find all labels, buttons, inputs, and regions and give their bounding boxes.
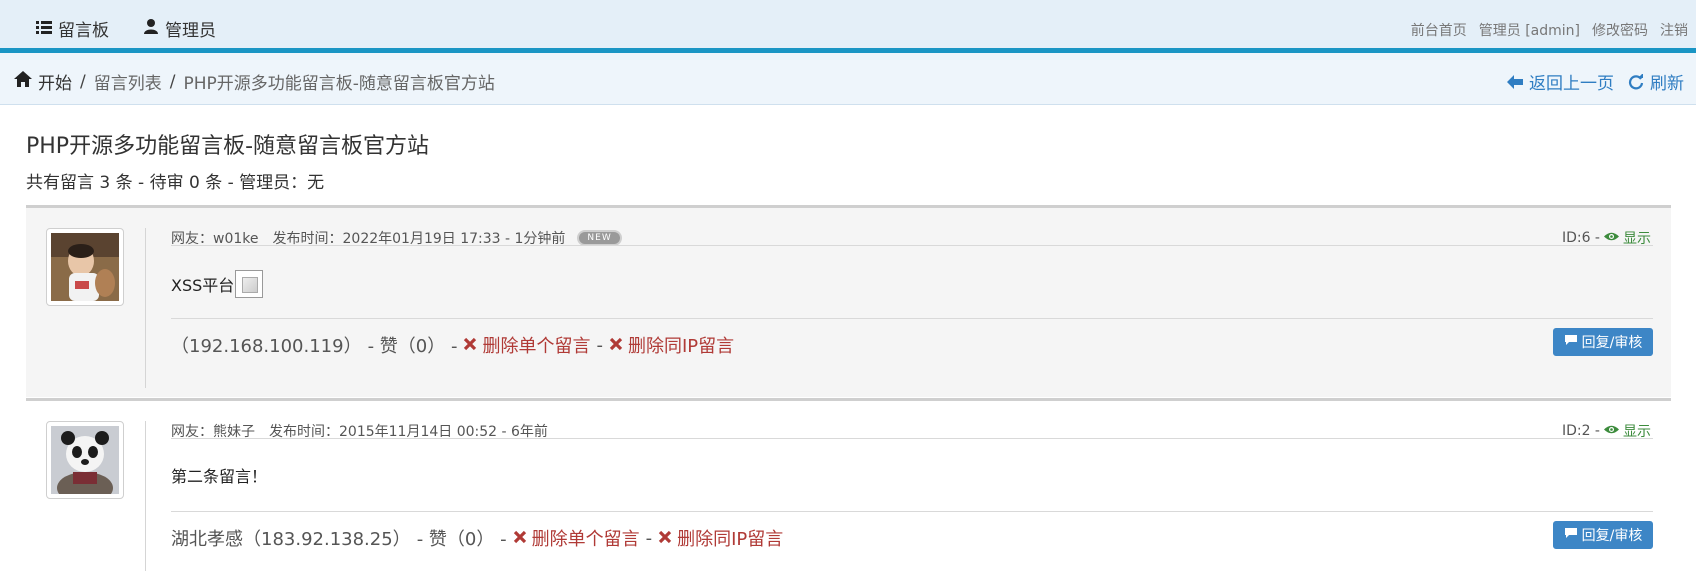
separator: - xyxy=(645,527,653,549)
reply-review-button[interactable]: 回复/审核 xyxy=(1553,521,1653,549)
divider xyxy=(171,318,1653,319)
delete-single-button[interactable]: 删除单个留言 xyxy=(513,525,640,551)
close-icon xyxy=(463,335,477,356)
refresh-button[interactable]: 刷新 xyxy=(1628,69,1684,94)
reply-review-label: 回复/审核 xyxy=(1581,528,1643,544)
front-home-link[interactable]: 前台首页 xyxy=(1411,20,1467,40)
comment-icon xyxy=(1564,527,1578,543)
nav-admin-label: 管理员 xyxy=(165,21,216,41)
nav-right: 前台首页 管理员 [admin] 修改密码 注销 xyxy=(1411,20,1688,40)
delete-same-ip-button[interactable]: 删除同IP留言 xyxy=(658,525,783,551)
delete-same-ip-button[interactable]: 删除同IP留言 xyxy=(609,332,734,358)
divider xyxy=(171,438,1653,439)
delete-same-ip-label: 删除同IP留言 xyxy=(627,336,735,357)
nav-guestbook-label: 留言板 xyxy=(58,21,109,41)
message-id: ID:2 - xyxy=(1561,423,1600,439)
top-navbar: 留言板 管理员 前台首页 管理员 [admin] 修改密码 注销 xyxy=(0,0,1696,53)
breadcrumb-actions: 返回上一页 刷新 xyxy=(1507,69,1684,94)
breadcrumb-current: PHP开源多功能留言板-随意留言板官方站 xyxy=(183,74,495,94)
breadcrumb-separator: / xyxy=(80,71,86,92)
divider xyxy=(171,245,1653,246)
new-badge: NEW xyxy=(579,232,620,244)
close-icon xyxy=(513,528,527,549)
message-item: 网友：w01ke 发布时间：2022年01月19日 17:33 - 1分钟前 N… xyxy=(26,205,1671,397)
admin-account-link[interactable]: 管理员 [admin] xyxy=(1479,20,1580,40)
back-label: 返回上一页 xyxy=(1529,74,1614,94)
ip-address: （192.168.100.119） xyxy=(171,336,362,357)
breadcrumb-home[interactable]: 开始 xyxy=(38,69,72,94)
message-text: 第二条留言！ xyxy=(171,467,268,486)
breadcrumb-bar: 开始 / 留言列表 / PHP开源多功能留言板-随意留言板官方站 返回上一页 刷… xyxy=(0,53,1696,105)
message-text: XSS平台 xyxy=(171,276,235,295)
message-actions: 湖北孝感（183.92.138.25） - 赞（0） - 删除单个留言 - 删除… xyxy=(171,525,783,551)
message-content: XSS平台 xyxy=(171,270,264,298)
refresh-label: 刷新 xyxy=(1650,74,1684,94)
home-icon xyxy=(14,71,32,92)
comment-icon xyxy=(1564,334,1578,350)
breadcrumb-list[interactable]: 留言列表 xyxy=(94,69,162,94)
like-count[interactable]: - 赞（0） - xyxy=(417,525,507,551)
nav-left: 留言板 管理员 xyxy=(36,16,216,41)
back-button[interactable]: 返回上一页 xyxy=(1507,69,1614,94)
message-actions: （192.168.100.119） - 赞（0） - 删除单个留言 - 删除同I… xyxy=(171,332,734,358)
delete-single-button[interactable]: 删除单个留言 xyxy=(463,332,590,358)
divider xyxy=(145,228,146,388)
page-title: PHP开源多功能留言板-随意留言板官方站 xyxy=(26,134,430,159)
logout-link[interactable]: 注销 xyxy=(1660,20,1688,40)
avatar xyxy=(46,228,124,306)
page-summary: 共有留言 3 条 - 待审 0 条 - 管理员：无 xyxy=(26,173,325,193)
user-icon xyxy=(143,18,159,39)
nav-guestbook[interactable]: 留言板 xyxy=(36,16,109,41)
ip-address: 湖北孝感（183.92.138.25） xyxy=(171,529,411,550)
change-password-link[interactable]: 修改密码 xyxy=(1592,20,1648,40)
message-id: ID:6 - xyxy=(1561,230,1600,246)
delete-same-ip-label: 删除同IP留言 xyxy=(677,529,784,550)
reply-review-label: 回复/审核 xyxy=(1581,335,1643,351)
eye-icon xyxy=(1604,230,1619,246)
nav-admin[interactable]: 管理员 xyxy=(143,16,216,41)
divider xyxy=(171,511,1653,512)
arrow-left-icon xyxy=(1507,74,1523,89)
close-icon xyxy=(609,335,623,356)
close-icon xyxy=(658,528,672,549)
divider xyxy=(145,421,146,571)
avatar xyxy=(46,421,124,504)
eye-icon xyxy=(1604,423,1619,439)
breadcrumb: 开始 / 留言列表 / PHP开源多功能留言板-随意留言板官方站 xyxy=(14,69,495,94)
broken-image-icon xyxy=(235,270,264,298)
delete-single-label: 删除单个留言 xyxy=(482,336,591,357)
breadcrumb-separator: / xyxy=(169,71,176,92)
refresh-icon xyxy=(1628,73,1644,90)
like-count[interactable]: - 赞（0） - xyxy=(368,332,458,358)
separator: - xyxy=(596,334,603,356)
list-icon xyxy=(36,19,52,39)
message-content: 第二条留言！ xyxy=(171,463,267,487)
message-item: 网友：熊妹子 发布时间：2015年11月14日 00:52 - 6年前 ID:2… xyxy=(26,398,1671,571)
delete-single-label: 删除单个留言 xyxy=(531,529,640,550)
reply-review-button[interactable]: 回复/审核 xyxy=(1553,328,1653,356)
